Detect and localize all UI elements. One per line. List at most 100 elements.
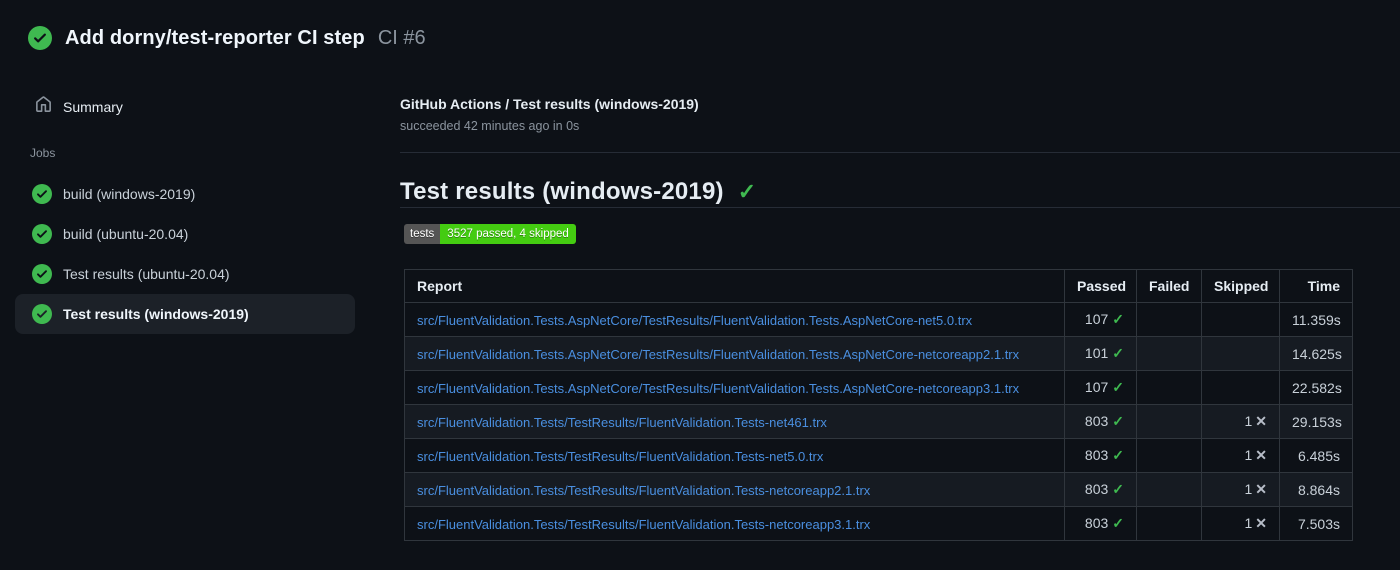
column-passed: Passed (1064, 269, 1137, 303)
failed-cell (1136, 404, 1202, 439)
job-header: GitHub Actions / Test results (windows-2… (400, 96, 1400, 153)
sidebar-item-summary[interactable]: Summary (0, 95, 400, 119)
report-table-row: src/FluentValidation.Tests/TestResults/F… (404, 438, 1353, 473)
passed-check-icon: ✓ (1112, 413, 1124, 429)
time-cell: 11.359s (1279, 302, 1353, 337)
time-cell: 6.485s (1279, 438, 1353, 473)
passed-check-icon: ✓ (1112, 447, 1124, 463)
check-circle-fill-icon (32, 264, 52, 284)
failed-cell (1136, 506, 1202, 541)
report-cell: src/FluentValidation.Tests.AspNetCore/Te… (404, 370, 1065, 405)
passed-cell: 101 ✓ (1064, 336, 1137, 371)
failed-cell (1136, 438, 1202, 473)
report-table: Report Passed Failed Skipped Time src/Fl… (404, 269, 1353, 541)
check-circle-fill-icon (32, 184, 52, 204)
failed-cell (1136, 472, 1202, 507)
sidebar-job-item[interactable]: build (ubuntu-20.04) (15, 214, 355, 254)
passed-cell: 107 ✓ (1064, 370, 1137, 405)
report-heading: Test results (windows-2019) ✓ (400, 178, 1400, 208)
skipped-cell: 1 ✕ (1201, 472, 1280, 507)
passed-cell: 107 ✓ (1064, 302, 1137, 337)
time-cell: 7.503s (1279, 506, 1353, 541)
tests-badge-label: tests (404, 224, 441, 244)
report-link[interactable]: src/FluentValidation.Tests/TestResults/F… (417, 415, 827, 430)
report-table-row: src/FluentValidation.Tests/TestResults/F… (404, 404, 1353, 439)
passed-cell: 803 ✓ (1064, 404, 1137, 439)
report-cell: src/FluentValidation.Tests/TestResults/F… (404, 472, 1065, 507)
skipped-x-icon: ✕ (1255, 481, 1267, 497)
time-cell: 29.153s (1279, 404, 1353, 439)
report-link[interactable]: src/FluentValidation.Tests/TestResults/F… (417, 449, 823, 464)
tests-badge: tests 3527 passed, 4 skipped (404, 224, 576, 244)
passed-check-icon: ✓ (1112, 311, 1124, 327)
skipped-x-icon: ✕ (1255, 515, 1267, 531)
job-header-subtitle: succeeded 42 minutes ago in 0s (400, 119, 580, 133)
column-time: Time (1279, 269, 1353, 303)
home-icon (35, 96, 52, 118)
job-header-title: GitHub Actions / Test results (windows-2… (400, 96, 699, 112)
job-label: build (windows-2019) (63, 186, 196, 202)
skipped-x-icon: ✕ (1255, 413, 1267, 429)
report-link[interactable]: src/FluentValidation.Tests.AspNetCore/Te… (417, 313, 972, 328)
check-circle-fill-icon (32, 304, 52, 324)
report-table-row: src/FluentValidation.Tests/TestResults/F… (404, 472, 1353, 507)
failed-cell (1136, 336, 1202, 371)
column-failed: Failed (1136, 269, 1202, 303)
passed-cell: 803 ✓ (1064, 506, 1137, 541)
report-cell: src/FluentValidation.Tests/TestResults/F… (404, 506, 1065, 541)
passed-check-icon: ✓ (1112, 345, 1124, 361)
job-label: Test results (windows-2019) (63, 306, 249, 322)
time-cell: 22.582s (1279, 370, 1353, 405)
sidebar: Summary Jobs build (windows-2019) build … (0, 50, 400, 334)
run-title: Add dorny/test-reporter CI step (65, 26, 365, 49)
report-link[interactable]: src/FluentValidation.Tests/TestResults/F… (417, 483, 870, 498)
run-number: CI #6 (377, 26, 426, 49)
time-cell: 8.864s (1279, 472, 1353, 507)
jobs-section-label: Jobs (30, 146, 56, 160)
report-table-body: src/FluentValidation.Tests.AspNetCore/Te… (404, 302, 1353, 541)
run-header: Add dorny/test-reporter CI step CI #6 (0, 0, 1400, 50)
skipped-cell: 1 ✕ (1201, 438, 1280, 473)
check-circle-fill-icon (32, 224, 52, 244)
skipped-x-icon: ✕ (1255, 447, 1267, 463)
passed-check-icon: ✓ (1112, 379, 1124, 395)
report-cell: src/FluentValidation.Tests.AspNetCore/Te… (404, 302, 1065, 337)
sidebar-job-item[interactable]: Test results (windows-2019) (15, 294, 355, 334)
passed-check-icon: ✓ (1112, 481, 1124, 497)
report-link[interactable]: src/FluentValidation.Tests/TestResults/F… (417, 517, 870, 532)
skipped-cell: 1 ✕ (1201, 404, 1280, 439)
skipped-cell (1201, 370, 1280, 405)
report-cell: src/FluentValidation.Tests/TestResults/F… (404, 404, 1065, 439)
failed-cell (1136, 302, 1202, 337)
report-heading-text: Test results (windows-2019) (400, 178, 724, 205)
main-pane: GitHub Actions / Test results (windows-2… (400, 50, 1400, 541)
column-skipped: Skipped (1201, 269, 1280, 303)
report-table-header-row: Report Passed Failed Skipped Time (404, 269, 1353, 303)
report-link[interactable]: src/FluentValidation.Tests.AspNetCore/Te… (417, 347, 1019, 362)
skipped-cell (1201, 336, 1280, 371)
job-label: Test results (ubuntu-20.04) (63, 266, 230, 282)
passed-cell: 803 ✓ (1064, 472, 1137, 507)
sidebar-job-item[interactable]: build (windows-2019) (15, 174, 355, 214)
report-table-row: src/FluentValidation.Tests.AspNetCore/Te… (404, 370, 1353, 405)
failed-cell (1136, 370, 1202, 405)
time-cell: 14.625s (1279, 336, 1353, 371)
column-report: Report (404, 269, 1065, 303)
tests-badge-value: 3527 passed, 4 skipped (440, 224, 576, 244)
success-check-icon: ✓ (737, 179, 757, 204)
report-cell: src/FluentValidation.Tests/TestResults/F… (404, 438, 1065, 473)
summary-label: Summary (63, 99, 123, 115)
passed-check-icon: ✓ (1112, 515, 1124, 531)
report-table-row: src/FluentValidation.Tests.AspNetCore/Te… (404, 302, 1353, 337)
report-cell: src/FluentValidation.Tests.AspNetCore/Te… (404, 336, 1065, 371)
report-table-row: src/FluentValidation.Tests/TestResults/F… (404, 506, 1353, 541)
report-table-row: src/FluentValidation.Tests.AspNetCore/Te… (404, 336, 1353, 371)
skipped-cell (1201, 302, 1280, 337)
job-list: build (windows-2019) build (ubuntu-20.04… (0, 174, 400, 334)
report-link[interactable]: src/FluentValidation.Tests.AspNetCore/Te… (417, 381, 1019, 396)
check-circle-fill-icon (28, 26, 52, 50)
job-label: build (ubuntu-20.04) (63, 226, 189, 242)
passed-cell: 803 ✓ (1064, 438, 1137, 473)
sidebar-job-item[interactable]: Test results (ubuntu-20.04) (15, 254, 355, 294)
skipped-cell: 1 ✕ (1201, 506, 1280, 541)
